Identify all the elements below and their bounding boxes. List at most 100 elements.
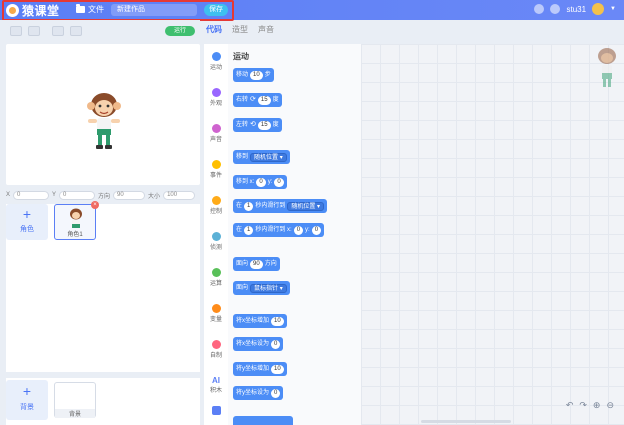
backdrop-panel: + 背景 背景: [6, 378, 200, 425]
set-y-block[interactable]: 将y坐标设为 0: [233, 386, 284, 400]
turn-left-block[interactable]: 左转 ⟲ 15 度: [233, 118, 282, 132]
category-control[interactable]: 控制: [204, 196, 228, 215]
goto-xy-block[interactable]: 移到 x: 0 y: 0: [233, 175, 287, 189]
degrees-input[interactable]: 15: [257, 120, 271, 130]
seconds-input[interactable]: 1: [244, 225, 254, 235]
sprite-properties: X 0 Y 0 方向 90 大小 100: [6, 190, 200, 200]
y-field[interactable]: 0: [59, 190, 96, 200]
point-direction-block[interactable]: 面向 90 方向: [233, 257, 280, 271]
zoom-in-icon[interactable]: ⊕: [593, 400, 601, 411]
script-workspace[interactable]: ↶ ↷ ⊕ ⊖: [361, 44, 624, 425]
x-label: X: [6, 192, 11, 198]
category-sensing[interactable]: 侦测: [204, 232, 228, 251]
ai-icon: AI: [212, 376, 220, 385]
turn-right-block[interactable]: 右转 ⟳ 15 度: [233, 93, 282, 107]
value-input[interactable]: 0: [271, 388, 281, 398]
settings-icon[interactable]: [550, 4, 561, 14]
value-input[interactable]: 0: [271, 339, 281, 349]
value-input[interactable]: 10: [271, 364, 284, 374]
block-text: 在: [236, 227, 243, 233]
goto-block[interactable]: 移到 随机位置 ▾: [233, 150, 290, 164]
sprite-item[interactable]: × 角色1: [54, 201, 99, 240]
glide-dropdown[interactable]: 随机位置 ▾: [287, 201, 325, 211]
add-backdrop-label: 背景: [20, 404, 34, 411]
category-variables[interactable]: 变量: [204, 304, 228, 323]
category-looks[interactable]: 外观: [204, 88, 228, 107]
avatar[interactable]: [592, 3, 605, 15]
glide-block[interactable]: 在 1 秒内滑行到 随机位置 ▾: [233, 199, 328, 213]
change-y-block[interactable]: 将y坐标增加 10: [233, 362, 287, 376]
set-x-block[interactable]: 将x坐标设为 0: [233, 337, 284, 351]
operators-icon: [211, 268, 221, 277]
monkey-thumb-icon: [70, 208, 82, 228]
tab-code[interactable]: 代码: [206, 24, 222, 35]
dropdown-value: 随机位置: [254, 154, 279, 161]
glide-xy-block[interactable]: 在 1 秒内滑行到 x: 0 y: 0: [233, 223, 325, 237]
towards-dropdown[interactable]: 鼠标指针 ▾: [250, 283, 287, 293]
small-stage-icon[interactable]: [10, 26, 22, 36]
seconds-input[interactable]: 1: [244, 201, 254, 211]
file-menu[interactable]: 文件: [76, 4, 104, 15]
add-backdrop-button[interactable]: + 背景: [6, 380, 48, 420]
category-events[interactable]: 事件: [204, 160, 228, 179]
category-label: 声音: [209, 137, 222, 143]
steps-input[interactable]: 10: [250, 70, 263, 80]
monkey-sprite[interactable]: [84, 92, 124, 154]
category-label: 外观: [209, 101, 222, 107]
category-menu: 运动 外观 声音 事件 控制 侦测 运算 变量 自制 AI 积木: [204, 44, 228, 425]
category-operators[interactable]: 运算: [204, 268, 228, 287]
plus-icon: +: [22, 206, 32, 222]
redo-icon[interactable]: ↷: [579, 400, 587, 411]
folder-icon: [76, 4, 85, 13]
normal-stage-icon[interactable]: [28, 26, 40, 36]
run-button[interactable]: 运行: [165, 26, 195, 36]
add-sprite-button[interactable]: + 角色: [6, 204, 48, 240]
zoom-out-icon[interactable]: ⊖: [606, 400, 614, 411]
direction-field[interactable]: 90: [113, 190, 146, 200]
category-extension[interactable]: [204, 406, 228, 416]
logo-icon: [6, 3, 19, 17]
save-button[interactable]: 保存: [204, 4, 228, 16]
username[interactable]: stu31: [566, 5, 586, 14]
x-input[interactable]: 0: [293, 225, 304, 235]
tab-costumes[interactable]: 造型: [232, 24, 248, 35]
logo[interactable]: 猿课堂: [6, 3, 60, 18]
add-sprite-label: 角色: [20, 226, 34, 233]
move-steps-block[interactable]: 移动 10 步: [233, 68, 274, 82]
help-icon[interactable]: [534, 4, 545, 14]
size-label: 大小: [148, 193, 161, 200]
undo-icon[interactable]: ↶: [566, 400, 574, 411]
x-input[interactable]: 0: [256, 177, 266, 187]
variables-icon: [211, 304, 221, 313]
backdrop-item[interactable]: 背景: [54, 382, 96, 418]
change-x-block[interactable]: 将x坐标增加 10: [233, 314, 287, 328]
partial-block[interactable]: [233, 416, 293, 425]
category-label: 事件: [209, 173, 222, 179]
category-label: 自制: [209, 353, 222, 359]
x-field[interactable]: 0: [13, 190, 50, 200]
tab-sounds[interactable]: 声音: [258, 24, 274, 35]
goto-dropdown[interactable]: 随机位置 ▾: [250, 152, 287, 162]
category-label: 变量: [209, 317, 222, 323]
stage-canvas[interactable]: [6, 44, 200, 185]
block-text: 面向: [236, 285, 249, 291]
category-my-blocks[interactable]: 自制: [204, 340, 228, 359]
value-input[interactable]: 10: [271, 316, 284, 326]
logo-text: 猿课堂: [22, 3, 60, 18]
horizontal-scrollbar[interactable]: [421, 420, 511, 423]
delete-sprite-icon[interactable]: ×: [91, 201, 99, 209]
y-input[interactable]: 0: [274, 177, 284, 187]
project-title-input[interactable]: 新建作品: [111, 4, 197, 16]
size-field[interactable]: 100: [163, 190, 196, 200]
direction-input[interactable]: 90: [250, 259, 263, 269]
degrees-input[interactable]: 15: [257, 95, 271, 105]
y-input[interactable]: 0: [311, 225, 322, 235]
category-ai[interactable]: AI 积木: [204, 376, 228, 394]
fullscreen-icon[interactable]: [52, 26, 64, 36]
chevron-down-icon[interactable]: ▼: [610, 6, 616, 12]
point-towards-block[interactable]: 面向 鼠标指针 ▾: [233, 281, 290, 295]
block-text: 将x坐标设为: [236, 341, 270, 347]
category-sound[interactable]: 声音: [204, 124, 228, 143]
mobile-view-icon[interactable]: [70, 26, 82, 36]
category-motion[interactable]: 运动: [204, 52, 228, 71]
